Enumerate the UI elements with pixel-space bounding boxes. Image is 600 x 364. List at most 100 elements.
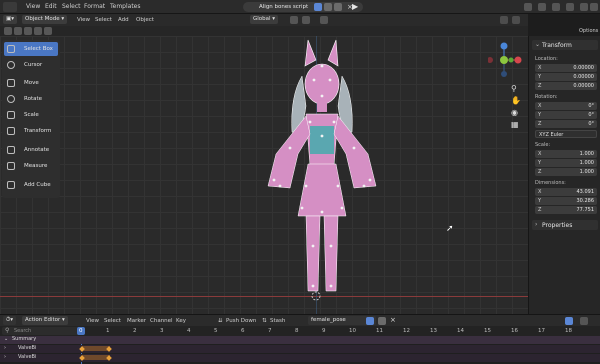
ae-menu-marker[interactable]: Marker xyxy=(127,318,146,324)
editor-type-button[interactable]: ⏱▾ xyxy=(3,316,17,325)
3d-viewport[interactable]: ➚ ⚲ ✋ ◉ ▦ xyxy=(0,36,528,314)
unlink-action-icon[interactable]: × xyxy=(390,316,396,324)
tool-cursor[interactable]: Cursor xyxy=(4,58,58,72)
rotation-z-field[interactable]: Z 0° xyxy=(535,120,597,128)
subtract-mode-icon[interactable] xyxy=(24,27,32,35)
gizmo-icon[interactable] xyxy=(512,16,520,24)
menu-edit[interactable]: Edit xyxy=(45,3,57,10)
rotate-icon xyxy=(7,95,15,103)
orientation-dropdown[interactable]: Global ▾ xyxy=(250,15,279,24)
camera-icon[interactable]: ◉ xyxy=(511,108,518,117)
dimensions-z-field[interactable]: Z 77.751 xyxy=(535,206,597,214)
dopesheet-area[interactable]: ⌄ Summary › ValveBi › ValveBi xyxy=(0,336,600,364)
frame-number: 1 xyxy=(106,328,110,334)
tool-select-box[interactable]: Select Box xyxy=(4,42,58,56)
invert-mode-icon[interactable] xyxy=(34,27,42,35)
axis-value: 30.286 xyxy=(576,198,595,204)
channel-row[interactable]: › ValveBi xyxy=(0,345,600,353)
transform-icon xyxy=(7,127,15,135)
snap-icon[interactable] xyxy=(302,16,310,24)
channel-expand-icon[interactable]: › xyxy=(4,345,6,351)
pan-hand-icon[interactable]: ✋ xyxy=(511,96,521,105)
blender-logo-icon[interactable] xyxy=(3,2,17,12)
visibility-icon[interactable] xyxy=(500,16,508,24)
ae-menu-select[interactable]: Select xyxy=(104,318,121,324)
scale-x-field[interactable]: X 1.000 xyxy=(535,150,597,158)
location-label: Location: xyxy=(535,56,558,62)
channel-search-input[interactable]: ⚲ Search xyxy=(2,327,80,335)
tool-label: Select Box xyxy=(24,46,53,52)
vp-menu-select[interactable]: Select xyxy=(95,17,112,23)
filter-icon[interactable] xyxy=(565,317,573,325)
run-script-icon[interactable]: ▶ xyxy=(352,2,358,11)
rotation-mode-dropdown[interactable]: XYZ Euler xyxy=(535,130,597,138)
axis-label: Y xyxy=(538,198,542,204)
tool-transform[interactable]: Transform xyxy=(4,124,58,138)
view-options-icon[interactable] xyxy=(524,3,532,11)
dimensions-x-field[interactable]: X 43.091 xyxy=(535,188,597,196)
shading-icon[interactable] xyxy=(552,3,560,11)
chevron-down-icon: ⌄ xyxy=(535,41,541,48)
vp-menu-object[interactable]: Object xyxy=(136,17,154,23)
ae-menu-channel[interactable]: Channel xyxy=(150,318,173,324)
push-down-button[interactable]: Push Down xyxy=(226,318,256,324)
editor-type-button[interactable]: ▣▾ xyxy=(3,15,17,24)
character-model[interactable] xyxy=(250,36,390,314)
pivot-icon[interactable] xyxy=(290,16,298,24)
location-z-field[interactable]: Z 0.00000 xyxy=(535,82,597,90)
solid-icon[interactable] xyxy=(580,3,588,11)
frame-number: 11 xyxy=(376,328,383,334)
stash-button[interactable]: Stash xyxy=(270,318,285,324)
vp-menu-view[interactable]: View xyxy=(77,17,90,23)
tool-label: Measure xyxy=(24,163,48,169)
script-name-field[interactable]: Align bones script × xyxy=(243,2,363,12)
rotation-y-field[interactable]: Y 0° xyxy=(535,111,597,119)
tool-add-cube[interactable]: Add Cube xyxy=(4,178,58,192)
material-icon[interactable] xyxy=(590,3,598,11)
vp-menu-add[interactable]: Add xyxy=(118,17,129,23)
scale-z-field[interactable]: Z 1.000 xyxy=(535,168,597,176)
extend-mode-icon[interactable] xyxy=(14,27,22,35)
fake-user-icon[interactable] xyxy=(366,317,374,325)
tool-measure[interactable]: Measure xyxy=(4,159,58,173)
mode-dropdown[interactable]: Object Mode ▾ xyxy=(22,15,68,24)
channel-expand-icon[interactable]: › xyxy=(4,354,6,360)
rotation-x-field[interactable]: X 0° xyxy=(535,102,597,110)
select-mode-icon[interactable] xyxy=(4,27,12,35)
intersect-mode-icon[interactable] xyxy=(44,27,52,35)
snapping-icon[interactable] xyxy=(580,317,588,325)
options-tab[interactable]: Options xyxy=(579,28,598,34)
xray-icon[interactable] xyxy=(566,3,574,11)
location-y-field[interactable]: Y 0.00000 xyxy=(535,73,597,81)
menu-select[interactable]: Select xyxy=(62,3,81,10)
editor-mode-dropdown[interactable]: Action Editor ▾ xyxy=(22,316,68,325)
open-text-icon[interactable] xyxy=(334,3,342,11)
grid-toggle-icon[interactable]: ▦ xyxy=(511,120,519,129)
menu-view[interactable]: View xyxy=(26,3,40,10)
ae-menu-view[interactable]: View xyxy=(86,318,99,324)
properties-panel-header[interactable]: › Properties xyxy=(532,220,598,230)
transform-panel-header[interactable]: ⌄ Transform xyxy=(532,40,598,50)
zoom-icon[interactable]: ⚲ xyxy=(511,84,517,93)
tool-rotate[interactable]: Rotate xyxy=(4,92,58,106)
location-x-field[interactable]: X 0.00000 xyxy=(535,64,597,72)
new-action-icon[interactable] xyxy=(378,317,386,325)
navigation-gizmo[interactable] xyxy=(488,38,524,82)
channel-row[interactable]: › ValveBi xyxy=(0,354,600,362)
summary-row[interactable]: ⌄ Summary xyxy=(0,336,600,344)
fake-user-icon[interactable] xyxy=(314,3,322,11)
menu-format[interactable]: Format xyxy=(84,3,105,10)
frame-number: 7 xyxy=(268,328,272,334)
menu-templates[interactable]: Templates xyxy=(110,3,141,10)
tool-move[interactable]: Move xyxy=(4,76,58,90)
overlay-icon[interactable] xyxy=(538,3,546,11)
dimensions-y-field[interactable]: Y 30.286 xyxy=(535,197,597,205)
scale-y-field[interactable]: Y 1.000 xyxy=(535,159,597,167)
new-text-icon[interactable] xyxy=(324,3,332,11)
ae-menu-key[interactable]: Key xyxy=(176,318,186,324)
summary-expand-icon[interactable]: ⌄ xyxy=(4,336,8,342)
tool-scale[interactable]: Scale xyxy=(4,108,58,122)
frame-ruler[interactable]: ⚲ Search 0 1 2 3 4 5 6 7 8 9 10 11 12 13… xyxy=(0,326,600,336)
proportional-edit-icon[interactable] xyxy=(320,16,328,24)
tool-annotate[interactable]: Annotate xyxy=(4,143,58,157)
